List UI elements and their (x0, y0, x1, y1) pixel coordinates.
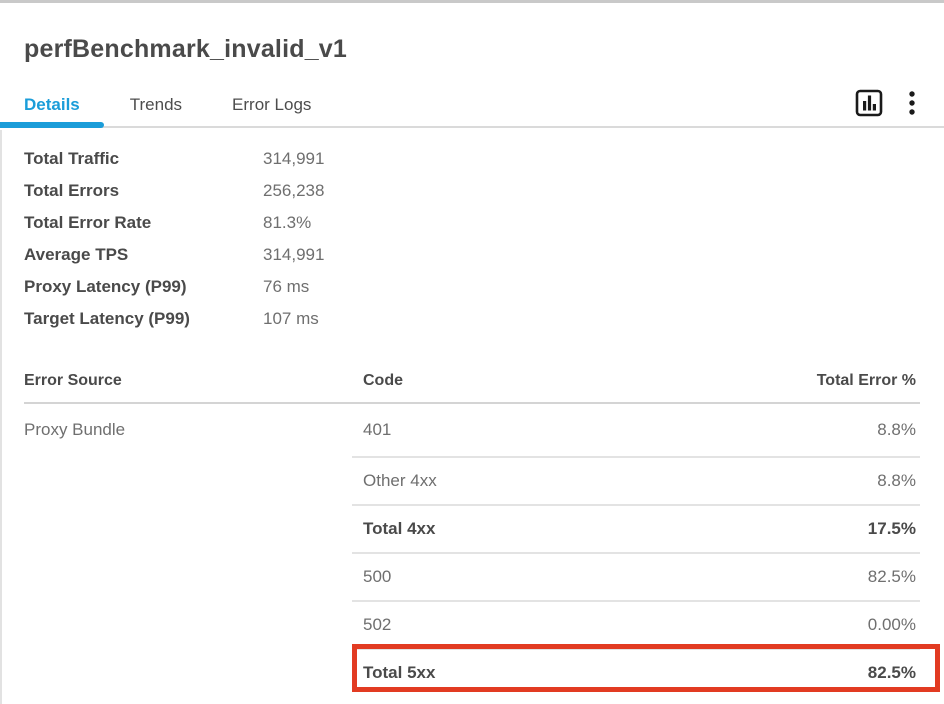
tab-bar: Details Trends Error Logs (0, 83, 944, 128)
stat-row-target-latency: Target Latency (P99) 107 ms (24, 303, 920, 335)
error-source-cell: Proxy Bundle (24, 420, 125, 440)
table-header-row: Error Source Code Total Error % (24, 360, 920, 404)
code-cell: Total 5xx (363, 663, 435, 683)
percent-cell: 8.8% (877, 471, 916, 491)
percent-cell: 8.8% (877, 420, 916, 440)
percent-cell: 82.5% (868, 567, 916, 587)
code-cell: Other 4xx (363, 471, 437, 491)
report-panel: perfBenchmark_invalid_v1 Details Trends … (0, 0, 944, 696)
table-row-total-5xx: Total 5xx 82.5% (352, 648, 920, 696)
table-row: 401 8.8% (352, 404, 920, 456)
stat-label: Average TPS (24, 245, 263, 265)
column-header-error-source: Error Source (24, 372, 352, 390)
code-cell: 502 (363, 615, 391, 635)
table-row: Other 4xx 8.8% (352, 456, 920, 504)
stat-label: Total Errors (24, 181, 263, 201)
percent-cell: 0.00% (868, 615, 916, 635)
page-title: perfBenchmark_invalid_v1 (24, 35, 920, 64)
percent-cell: 82.5% (868, 663, 916, 683)
tab-trends[interactable]: Trends (130, 95, 182, 115)
tab-error-logs[interactable]: Error Logs (232, 95, 311, 115)
code-cell: Total 4xx (363, 519, 435, 539)
overflow-menu-button[interactable] (906, 87, 918, 122)
stat-row-proxy-latency: Proxy Latency (P99) 76 ms (24, 271, 920, 303)
stat-row-total-errors: Total Errors 256,238 (24, 175, 920, 207)
stat-value: 314,991 (263, 149, 324, 169)
tab-details[interactable]: Details (24, 95, 80, 115)
table-body: Proxy Bundle 401 8.8% Other 4xx 8.8% Tot… (0, 404, 944, 696)
stat-label: Proxy Latency (P99) (24, 277, 263, 297)
column-header-code: Code (352, 372, 817, 390)
kebab-menu-icon (908, 89, 916, 120)
stat-value: 107 ms (263, 309, 319, 329)
stat-row-average-tps: Average TPS 314,991 (24, 239, 920, 271)
stat-label: Target Latency (P99) (24, 309, 263, 329)
chart-view-button[interactable] (852, 86, 886, 123)
column-header-total-error-pct: Total Error % (817, 372, 920, 390)
code-cell: 500 (363, 567, 391, 587)
stat-value: 81.3% (263, 213, 311, 233)
panel-header: perfBenchmark_invalid_v1 (0, 3, 944, 64)
code-cell: 401 (363, 420, 391, 440)
table-row: 500 82.5% (352, 552, 920, 600)
stat-value: 76 ms (263, 277, 309, 297)
stat-label: Total Traffic (24, 149, 263, 169)
table-row-total-4xx: Total 4xx 17.5% (352, 504, 920, 552)
stat-label: Total Error Rate (24, 213, 263, 233)
stat-value: 256,238 (263, 181, 324, 201)
stat-value: 314,991 (263, 245, 324, 265)
tab-actions (852, 83, 918, 126)
error-breakdown-table: Error Source Code Total Error % Proxy Bu… (0, 360, 944, 696)
stats-summary: Total Traffic 314,991 Total Errors 256,2… (0, 128, 944, 335)
stat-row-total-error-rate: Total Error Rate 81.3% (24, 207, 920, 239)
bar-chart-icon (854, 88, 884, 121)
table-row: 502 0.00% (352, 600, 920, 648)
stat-row-total-traffic: Total Traffic 314,991 (24, 143, 920, 175)
active-tab-underline (0, 122, 104, 128)
code-rows: 401 8.8% Other 4xx 8.8% Total 4xx 17.5% … (352, 404, 920, 696)
percent-cell: 17.5% (868, 519, 916, 539)
